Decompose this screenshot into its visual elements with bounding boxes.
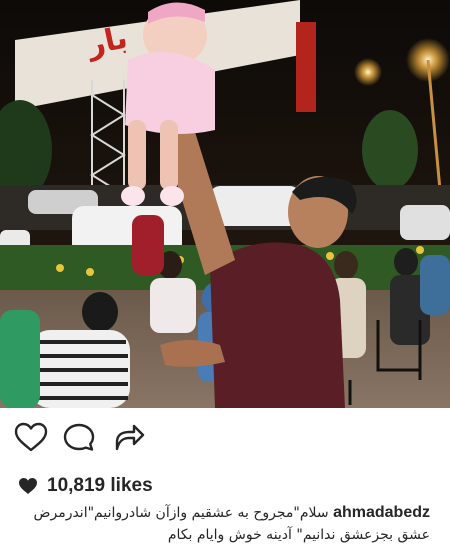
likes-count[interactable]: 10,819 likes (18, 474, 153, 498)
post-caption: ahmadabedz سلام"مجروح به عشقیم وازآن شاد… (10, 502, 430, 546)
post-photo-scene: بار (0, 0, 450, 408)
caption-line-1: ahmadabedz سلام"مجروح به عشقیم وازآن شاد… (10, 502, 430, 524)
likes-text: 10,819 likes (47, 475, 153, 496)
comment-bubble-icon[interactable] (62, 422, 96, 452)
caption-line-2: عشق بجزعشق ندانیم" آدینه خوش وایام بکام (167, 527, 430, 543)
share-arrow-icon[interactable] (112, 422, 146, 452)
caption-text-line-1: سلام"مجروح به عشقیم وازآن شادروانیم"اندر… (33, 505, 329, 521)
post-photo[interactable]: بار (0, 0, 450, 408)
heart-outline-icon[interactable] (14, 422, 48, 452)
caption-username[interactable]: ahmadabedz (333, 504, 430, 521)
post-action-bar (0, 408, 450, 466)
heart-filled-icon (18, 477, 38, 495)
